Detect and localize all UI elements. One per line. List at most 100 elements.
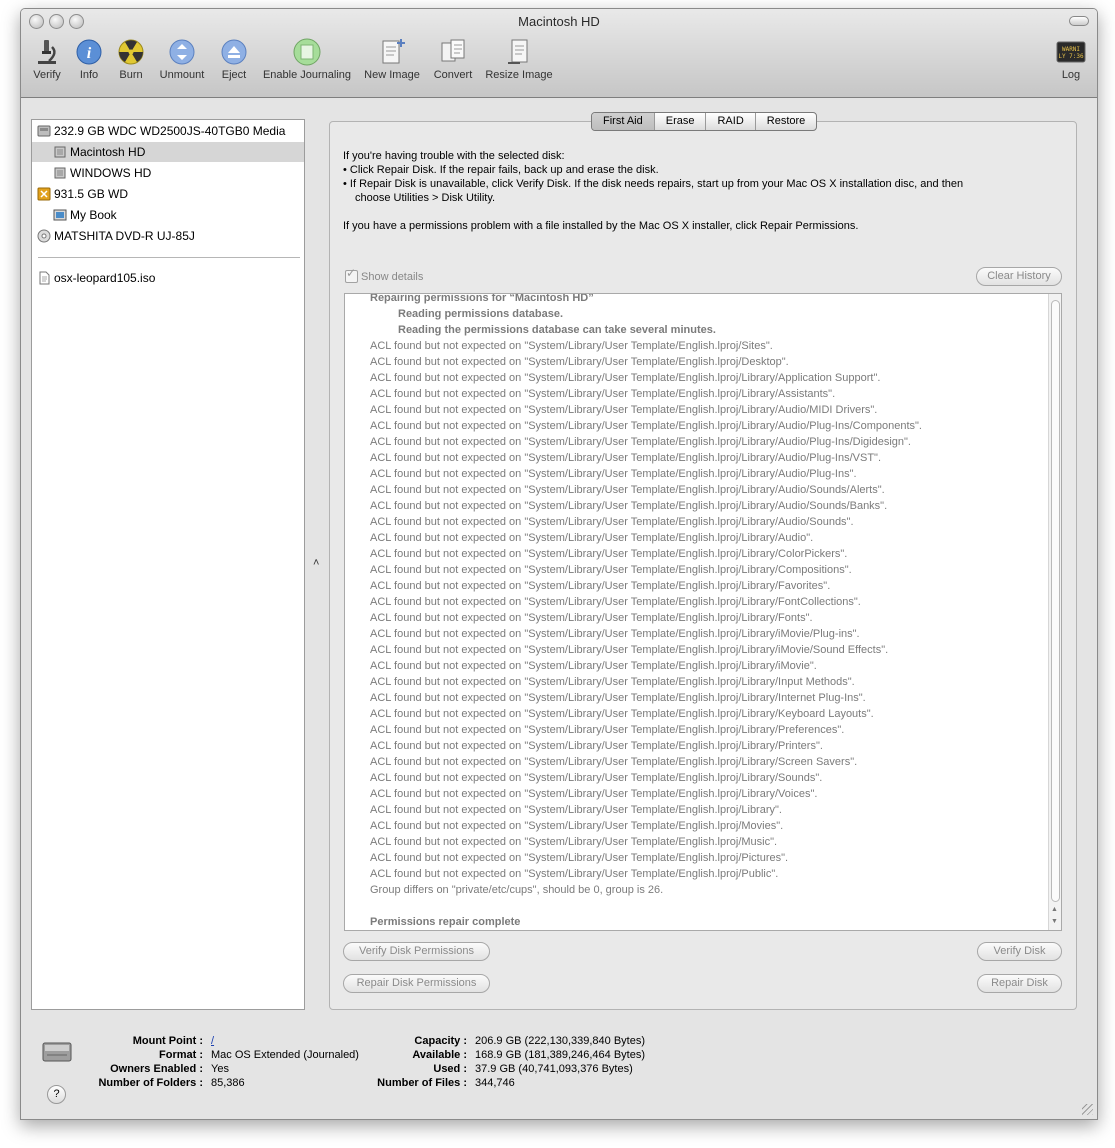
sidebar-item-iso-image[interactable]: osx-leopard105.iso xyxy=(32,268,304,288)
log-line: ACL found but not expected on "System/Li… xyxy=(370,612,813,624)
clear-history-button[interactable]: Clear History xyxy=(976,267,1062,286)
help-text-line: • Click Repair Disk. If the repair fails… xyxy=(343,164,659,176)
sidebar-item-macintosh-hd[interactable]: Macintosh HD xyxy=(32,142,304,162)
journaling-icon xyxy=(293,38,321,66)
log-line: ACL found but not expected on "System/Li… xyxy=(370,740,823,752)
unmount-button[interactable]: Unmount xyxy=(156,37,208,81)
log-line: ACL found but not expected on "System/Li… xyxy=(370,452,882,464)
checkmark-icon: ✓ xyxy=(346,266,357,280)
format-label: Format : xyxy=(159,1049,203,1061)
log-line: Group differs on "private/etc/cups", sho… xyxy=(370,884,664,896)
show-details-label: Show details xyxy=(361,271,424,283)
disk-image-file-icon xyxy=(39,271,50,285)
log-line: ACL found but not expected on "System/Li… xyxy=(370,468,857,480)
scrollbar-thumb[interactable] xyxy=(1051,300,1060,902)
scroll-down-arrow-icon[interactable]: ▼ xyxy=(1051,918,1058,925)
info-icon: i xyxy=(76,39,102,65)
help-text-line: • If Repair Disk is unavailable, click V… xyxy=(343,178,964,190)
repair-disk-button[interactable]: Repair Disk xyxy=(977,974,1062,993)
window-title: Macintosh HD xyxy=(518,14,600,29)
volume-icon xyxy=(54,146,66,158)
tab-first-aid[interactable]: First Aid xyxy=(592,113,654,130)
verify-disk-permissions-button[interactable]: Verify Disk Permissions xyxy=(343,942,490,961)
log-complete-line: Permissions repair complete xyxy=(370,916,521,928)
svg-text:i: i xyxy=(87,45,92,62)
toolbar-toggle-button[interactable] xyxy=(1069,16,1089,26)
log-line: ACL found but not expected on "System/Li… xyxy=(370,420,922,432)
radiation-burn-icon xyxy=(118,39,144,65)
sidebar-item-label: My Book xyxy=(70,208,117,222)
number-of-folders-label: Number of Folders : xyxy=(98,1077,203,1089)
eject-button[interactable]: Eject xyxy=(217,37,251,81)
disk-list-sidebar[interactable]: 232.9 GB WDC WD2500JS-40TGB0 Media Macin… xyxy=(31,119,305,1010)
verify-disk-button[interactable]: Verify Disk xyxy=(977,942,1062,961)
help-text-line: If you're having trouble with the select… xyxy=(343,150,565,162)
tab-restore[interactable]: Restore xyxy=(754,113,817,130)
enable-journaling-button[interactable]: Enable Journaling xyxy=(259,37,355,81)
sidebar-item-disk-931[interactable]: 931.5 GB WD xyxy=(32,184,304,204)
resize-image-icon xyxy=(508,39,528,64)
tab-erase[interactable]: Erase xyxy=(653,113,706,130)
log-line: ACL found but not expected on "System/Li… xyxy=(370,756,858,768)
sidebar-item-disk-232[interactable]: 232.9 GB WDC WD2500JS-40TGB0 Media xyxy=(32,121,304,141)
log-line: ACL found but not expected on "System/Li… xyxy=(370,724,845,736)
sidebar-item-dvd-drive[interactable]: MATSHITA DVD-R UJ-85J xyxy=(32,226,304,246)
number-of-files-value: 344,746 xyxy=(475,1077,515,1089)
repair-log-view[interactable]: Repairing permissions for “Macintosh HD”… xyxy=(344,293,1062,931)
journaling-label: Enable Journaling xyxy=(262,69,352,81)
available-label: Available : xyxy=(412,1049,467,1061)
owners-enabled-label: Owners Enabled : xyxy=(110,1063,203,1075)
split-view-handle[interactable]: ˄ xyxy=(313,557,319,569)
verify-label: Verify xyxy=(33,69,61,81)
sidebar-item-label: Macintosh HD xyxy=(70,145,146,159)
burn-label: Burn xyxy=(119,69,143,81)
tab-bar: First Aid Erase RAID Restore xyxy=(591,112,818,131)
capacity-value: 206.9 GB (222,130,339,840 Bytes) xyxy=(475,1035,646,1047)
microscope-icon xyxy=(38,40,56,64)
log-line: ACL found but not expected on "System/Li… xyxy=(370,692,866,704)
log-line: ACL found but not expected on "System/Li… xyxy=(370,372,881,384)
log-line: ACL found but not expected on "System/Li… xyxy=(370,548,848,560)
sidebar-item-my-book[interactable]: My Book xyxy=(32,205,304,225)
used-label: Used : xyxy=(433,1063,467,1075)
mount-point-link[interactable]: / xyxy=(211,1035,214,1047)
console-log-icon: WARNILY 7:36 xyxy=(1056,41,1086,63)
external-disk-icon xyxy=(37,187,51,201)
sidebar-divider xyxy=(38,257,300,258)
info-button[interactable]: i Info xyxy=(74,37,104,81)
log-line: ACL found but not expected on "System/Li… xyxy=(370,804,782,816)
log-line: ACL found but not expected on "System/Li… xyxy=(370,596,861,608)
mount-point-label: Mount Point : xyxy=(132,1035,203,1047)
log-line: ACL found but not expected on "System/Li… xyxy=(370,356,789,368)
resize-image-label: Resize Image xyxy=(485,69,553,81)
resize-grip-icon[interactable] xyxy=(1082,1104,1093,1115)
log-button[interactable]: WARNI LY 7:36 Log xyxy=(1051,37,1091,81)
log-line: ACL found but not expected on "System/Li… xyxy=(370,820,784,832)
sidebar-item-label: osx-leopard105.iso xyxy=(54,271,156,285)
log-line: ACL found but not expected on "System/Li… xyxy=(370,436,911,448)
verify-button[interactable]: Verify xyxy=(27,37,67,81)
sidebar-item-label: 931.5 GB WD xyxy=(54,187,129,201)
log-subheader: Reading permissions database. xyxy=(398,308,564,320)
log-line: ACL found but not expected on "System/Li… xyxy=(370,788,818,800)
optical-disc-icon xyxy=(37,229,51,243)
log-line: ACL found but not expected on "System/Li… xyxy=(370,340,773,352)
hard-disk-icon xyxy=(37,125,51,137)
help-button[interactable]: ? xyxy=(47,1085,66,1104)
log-line: ACL found but not expected on "System/Li… xyxy=(370,628,860,640)
log-line: ACL found but not expected on "System/Li… xyxy=(370,644,889,656)
burn-button[interactable]: Burn xyxy=(114,37,148,81)
log-line: ACL found but not expected on "System/Li… xyxy=(370,500,888,512)
convert-button[interactable]: Convert xyxy=(431,37,475,81)
scroll-up-arrow-icon[interactable]: ▲ xyxy=(1051,906,1058,913)
help-text-line: choose Utilities > Disk Utility. xyxy=(355,192,496,204)
repair-disk-permissions-button[interactable]: Repair Disk Permissions xyxy=(343,974,490,993)
sidebar-item-windows-hd[interactable]: WINDOWS HD xyxy=(32,163,304,183)
log-subheader: Reading the permissions database can tak… xyxy=(398,324,716,336)
log-scrollbar[interactable]: ▲ ▼ xyxy=(1048,294,1061,930)
log-label: Log xyxy=(1061,69,1081,81)
eject-icon xyxy=(221,39,247,65)
resize-image-button[interactable]: Resize Image xyxy=(483,37,555,81)
tab-raid[interactable]: RAID xyxy=(705,113,754,130)
new-image-button[interactable]: New Image xyxy=(361,37,423,81)
